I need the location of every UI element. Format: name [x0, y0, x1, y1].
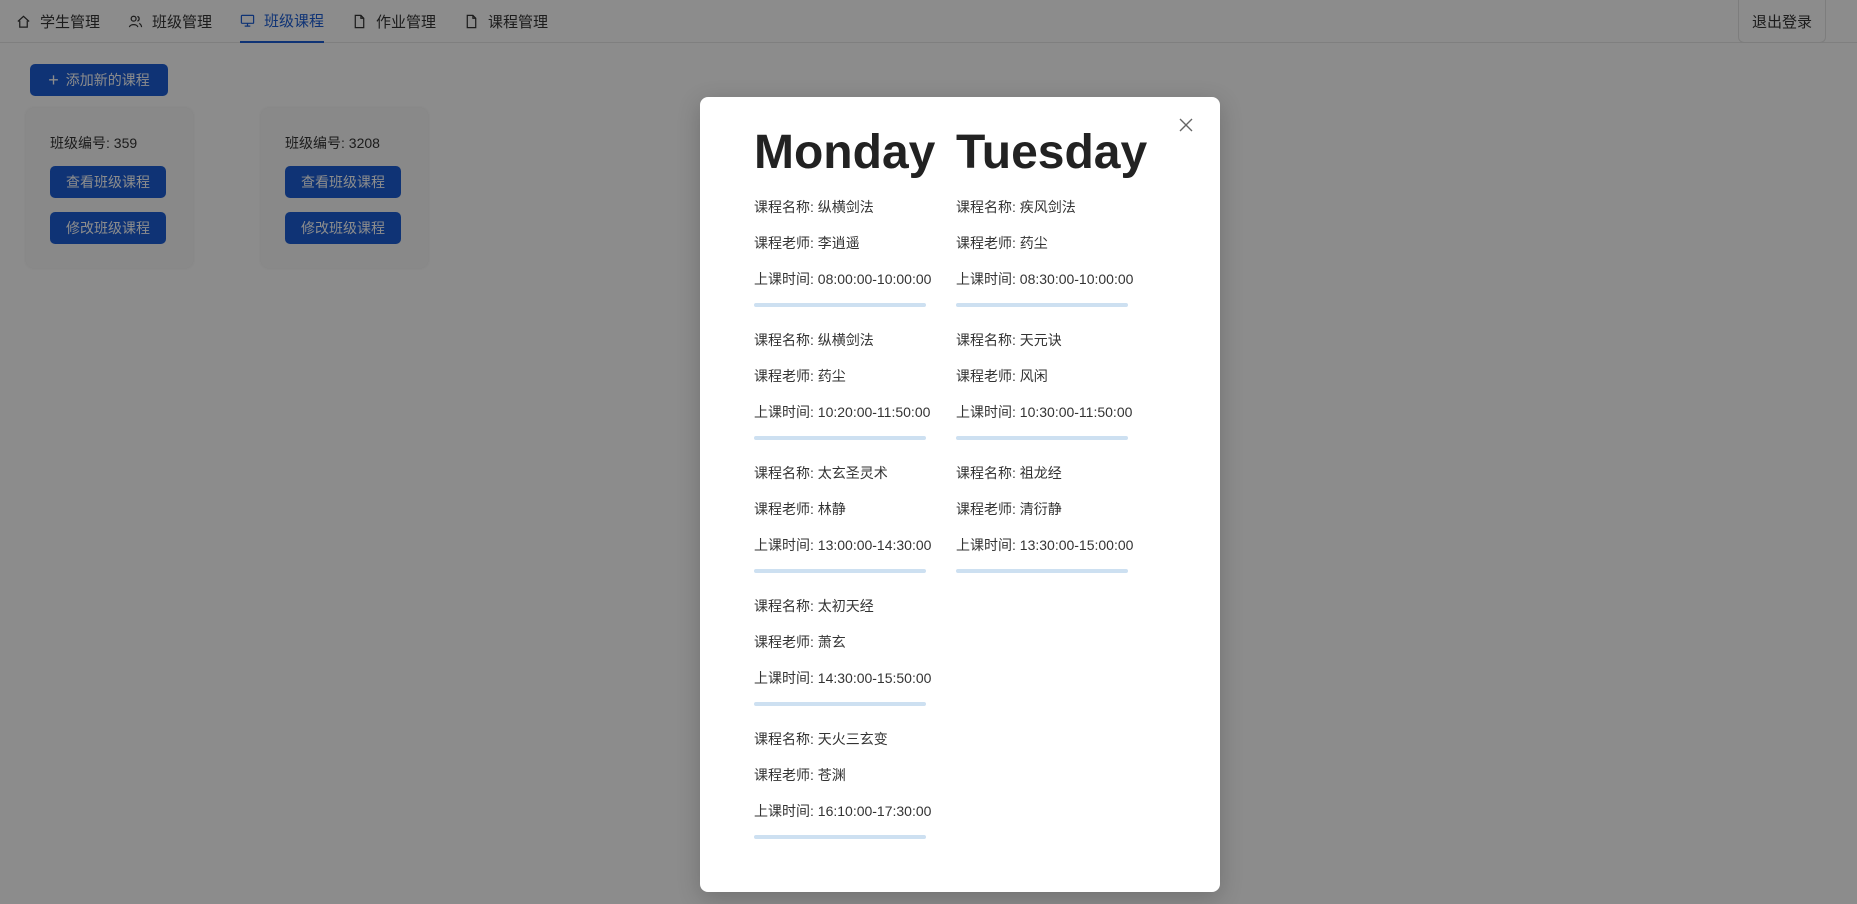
entry-divider	[754, 569, 926, 573]
course-time: 上课时间: 14:30:00-15:50:00	[754, 670, 932, 686]
course-time: 上课时间: 10:30:00-11:50:00	[956, 404, 1133, 420]
close-icon[interactable]	[1178, 117, 1194, 133]
day-column-monday: Monday 课程名称: 纵横剑法 课程老师: 李逍遥 上课时间: 08:00:…	[754, 121, 936, 850]
course-name: 课程名称: 天火三玄变	[754, 731, 888, 747]
day-column-tuesday: Tuesday 课程名称: 疾风剑法 课程老师: 药尘 上课时间: 08:30:…	[956, 121, 1148, 584]
course-name: 课程名称: 疾风剑法	[956, 199, 1076, 215]
entry-divider	[754, 835, 926, 839]
course-name: 课程名称: 太初天经	[754, 598, 874, 614]
course-teacher: 课程老师: 药尘	[956, 235, 1048, 251]
course-teacher: 课程老师: 萧玄	[754, 634, 846, 650]
course-teacher: 课程老师: 苍渊	[754, 767, 846, 783]
schedule-modal: Monday 课程名称: 纵横剑法 课程老师: 李逍遥 上课时间: 08:00:…	[700, 97, 1220, 892]
course-entry: 课程名称: 天火三玄变 课程老师: 苍渊 上课时间: 16:10:00-17:3…	[754, 717, 931, 850]
course-name: 课程名称: 纵横剑法	[754, 199, 874, 215]
course-name: 课程名称: 纵横剑法	[754, 332, 874, 348]
course-name: 课程名称: 祖龙经	[956, 465, 1062, 481]
course-entry: 课程名称: 太初天经 课程老师: 萧玄 上课时间: 14:30:00-15:50…	[754, 584, 931, 717]
course-teacher: 课程老师: 风闲	[956, 368, 1048, 384]
entry-divider	[956, 569, 1128, 573]
course-entry: 课程名称: 纵横剑法 课程老师: 李逍遥 上课时间: 08:00:00-10:0…	[754, 185, 931, 318]
course-time: 上课时间: 10:20:00-11:50:00	[754, 404, 931, 420]
course-entry: 课程名称: 疾风剑法 课程老师: 药尘 上课时间: 08:30:00-10:00…	[956, 185, 1133, 318]
entry-divider	[754, 436, 926, 440]
course-time: 上课时间: 08:00:00-10:00:00	[754, 271, 932, 287]
course-entry: 课程名称: 天元诀 课程老师: 风闲 上课时间: 10:30:00-11:50:…	[956, 318, 1132, 451]
entry-divider	[956, 303, 1128, 307]
entry-divider	[754, 702, 926, 706]
course-time: 上课时间: 13:30:00-15:00:00	[956, 537, 1134, 553]
course-teacher: 课程老师: 李逍遥	[754, 235, 860, 251]
entry-divider	[754, 303, 926, 307]
course-time: 上课时间: 13:00:00-14:30:00	[754, 537, 932, 553]
course-name: 课程名称: 太玄圣灵术	[754, 465, 888, 481]
course-entry: 课程名称: 祖龙经 课程老师: 清衍静 上课时间: 13:30:00-15:00…	[956, 451, 1133, 584]
course-entry: 课程名称: 太玄圣灵术 课程老师: 林静 上课时间: 13:00:00-14:3…	[754, 451, 931, 584]
course-teacher: 课程老师: 林静	[754, 501, 846, 517]
course-teacher: 课程老师: 清衍静	[956, 501, 1062, 517]
course-time: 上课时间: 16:10:00-17:30:00	[754, 803, 932, 819]
course-entry: 课程名称: 纵横剑法 课程老师: 药尘 上课时间: 10:20:00-11:50…	[754, 318, 930, 451]
course-time: 上课时间: 08:30:00-10:00:00	[956, 271, 1134, 287]
day-title: Monday	[754, 126, 936, 179]
course-name: 课程名称: 天元诀	[956, 332, 1062, 348]
course-teacher: 课程老师: 药尘	[754, 368, 846, 384]
day-title: Tuesday	[956, 126, 1148, 179]
entry-divider	[956, 436, 1128, 440]
